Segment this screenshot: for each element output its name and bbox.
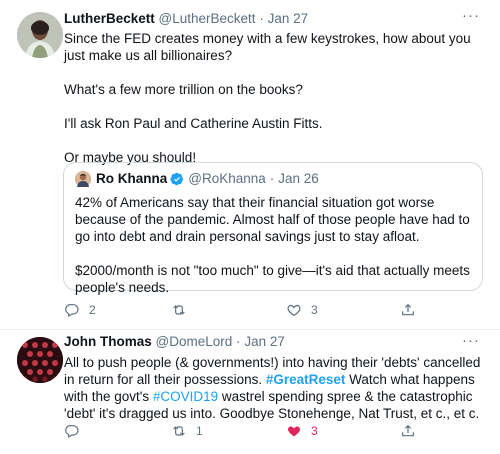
timestamp[interactable]: Jan 27 — [268, 11, 309, 26]
like-count: 3 — [311, 424, 318, 438]
like-button[interactable]: 3 — [286, 423, 318, 439]
tweet-text: Since the FED creates money with a few k… — [64, 30, 484, 166]
tweet-paragraph: What's a few more trillion on the books? — [64, 82, 303, 97]
timestamp[interactable]: Jan 27 — [244, 334, 285, 349]
more-options-icon[interactable]: ··· — [462, 7, 480, 24]
avatar-pattern-icon — [17, 337, 63, 383]
tweet-actions: 1 3 — [64, 423, 474, 443]
tweet-actions: 2 3 — [64, 302, 474, 322]
hashtag-link[interactable]: #GreatReset — [266, 372, 346, 387]
separator: · — [269, 171, 275, 186]
like-count: 3 — [311, 303, 318, 317]
reply-button[interactable]: 2 — [64, 302, 96, 318]
quoted-paragraph: 42% of Americans say that their financia… — [75, 195, 470, 244]
display-name[interactable]: John Thomas — [64, 334, 152, 349]
hashtag-link[interactable]: #COVID19 — [153, 389, 218, 404]
heart-filled-icon — [288, 426, 300, 437]
display-name[interactable]: LutherBeckett — [64, 11, 155, 26]
reply-button[interactable] — [64, 423, 89, 439]
verified-badge-icon — [170, 172, 184, 185]
share-button[interactable] — [400, 423, 416, 439]
heart-icon — [287, 304, 301, 317]
avatar[interactable] — [17, 12, 63, 58]
quoted-avatar-photo-icon — [75, 171, 91, 187]
retweet-icon — [173, 426, 185, 436]
share-button[interactable] — [400, 302, 416, 318]
retweet-count: 1 — [196, 424, 203, 438]
tweet-luther-beckett[interactable]: LutherBeckett @LutherBeckett · Jan 27 ··… — [0, 0, 500, 330]
retweet-icon — [173, 305, 185, 315]
quoted-paragraph: $2000/month is not "too much" to give—it… — [75, 263, 470, 295]
tweet-john-thomas[interactable]: John Thomas @DomeLord · Jan 27 ··· All t… — [0, 330, 500, 454]
tweet-paragraph: Since the FED creates money with a few k… — [64, 31, 471, 63]
avatar-photo-icon — [17, 12, 63, 58]
share-icon — [402, 424, 414, 437]
separator: · — [236, 334, 241, 349]
share-icon — [402, 303, 414, 316]
handle[interactable]: @DomeLord — [156, 334, 233, 349]
tweet-paragraph: I'll ask Ron Paul and Catherine Austin F… — [64, 116, 323, 131]
avatar[interactable] — [17, 337, 63, 383]
quoted-handle[interactable]: @RoKhanna — [188, 171, 266, 186]
more-options-icon[interactable]: ··· — [462, 332, 480, 349]
quoted-text: 42% of Americans say that their financia… — [75, 194, 475, 296]
quoted-tweet[interactable]: Ro Khanna @RoKhanna · Jan 26 42% of Amer… — [63, 162, 483, 295]
handle[interactable]: @LutherBeckett — [159, 11, 256, 26]
retweet-button[interactable]: 1 — [171, 423, 203, 439]
tweet-header: LutherBeckett @LutherBeckett · Jan 27 — [64, 11, 308, 26]
reply-count: 2 — [89, 303, 96, 317]
reply-icon — [65, 425, 79, 439]
quoted-display-name[interactable]: Ro Khanna — [96, 171, 167, 186]
quoted-header: Ro Khanna @RoKhanna · Jan 26 — [96, 171, 319, 186]
tweet-header: John Thomas @DomeLord · Jan 27 — [64, 334, 285, 349]
quoted-timestamp[interactable]: Jan 26 — [278, 171, 319, 186]
tweet-text: All to push people (& governments!) into… — [64, 354, 484, 422]
retweet-button[interactable] — [171, 302, 196, 318]
like-button[interactable]: 3 — [286, 302, 318, 318]
quoted-avatar — [75, 171, 91, 187]
separator: · — [259, 11, 264, 26]
reply-icon — [65, 304, 79, 318]
